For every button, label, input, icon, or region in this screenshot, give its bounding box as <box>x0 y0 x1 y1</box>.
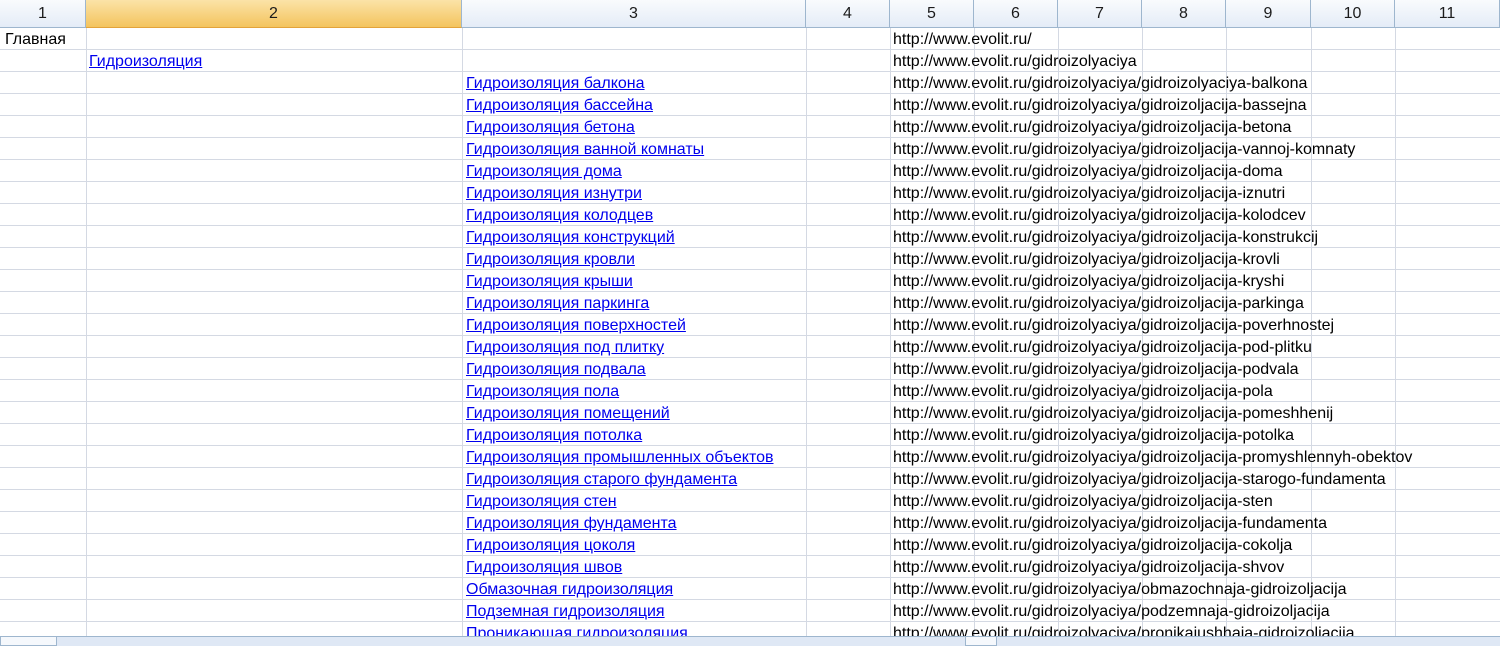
cell-url[interactable]: http://www.evolit.ru/gidroizolyaciya <box>893 51 1137 73</box>
cell-url[interactable]: http://www.evolit.ru/gidroizolyaciya/gid… <box>893 557 1284 579</box>
cell-url[interactable]: http://www.evolit.ru/gidroizolyaciya/gid… <box>893 359 1299 381</box>
column-header-9[interactable]: 9 <box>1226 0 1311 28</box>
table-row: Гидроизоляция поверхностей http://www.evo… <box>0 315 1500 337</box>
table-row: Гидроизоляция изнутри http://www.evolit.r… <box>0 183 1500 205</box>
column-header-7[interactable]: 7 <box>1058 0 1142 28</box>
table-row: Гидроизоляция пола http://www.evolit.ru/g… <box>0 381 1500 403</box>
cell-url[interactable]: http://www.evolit.ru/gidroizolyaciya/gid… <box>893 95 1307 117</box>
cell-page-link[interactable]: Гидроизоляция бассейна <box>466 95 653 117</box>
column-header-2[interactable]: 2 <box>86 0 462 28</box>
table-row: Проникающая гидроизоляция http://www.evol… <box>0 623 1500 636</box>
cell-url[interactable]: http://www.evolit.ru/gidroizolyaciya/obm… <box>893 579 1347 601</box>
cell-url[interactable]: http://www.evolit.ru/gidroizolyaciya/gid… <box>893 227 1318 249</box>
cell-url[interactable]: http://www.evolit.ru/gidroizolyaciya/gid… <box>893 491 1273 513</box>
table-row: Гидроизоляция фундамента http://www.evoli… <box>0 513 1500 535</box>
table-row: Гидроизоляция конструкций http://www.evol… <box>0 227 1500 249</box>
cell-url[interactable]: http://www.evolit.ru/gidroizolyaciya/gid… <box>893 293 1304 315</box>
table-row: Гидроизоляция потолка http://www.evolit.r… <box>0 425 1500 447</box>
table-row: Гидроизоляция дома http://www.evolit.ru/g… <box>0 161 1500 183</box>
table-row: Гидроизоляция http://www.evolit.ru/gidroi… <box>0 51 1500 73</box>
table-row: Гидроизоляция подвала http://www.evolit.r… <box>0 359 1500 381</box>
column-header-10[interactable]: 10 <box>1311 0 1395 28</box>
cell-page-link[interactable]: Гидроизоляция кровли <box>466 249 635 271</box>
cell-url[interactable]: http://www.evolit.ru/gidroizolyaciya/gid… <box>893 513 1327 535</box>
cell-url[interactable]: http://www.evolit.ru/gidroizolyaciya/gid… <box>893 205 1306 227</box>
cell-page-link[interactable]: Гидроизоляция фундамента <box>466 513 677 535</box>
cell-section-link[interactable]: Гидроизоляция <box>89 51 202 73</box>
table-row: Гидроизоляция кровли http://www.evolit.ru… <box>0 249 1500 271</box>
cell-url[interactable]: http://www.evolit.ru/gidroizolyaciya/gid… <box>893 425 1294 447</box>
cell-page-link[interactable]: Гидроизоляция балкона <box>466 73 645 95</box>
cell-page-link[interactable]: Гидроизоляция цоколя <box>466 535 635 557</box>
cell-url[interactable]: http://www.evolit.ru/gidroizolyaciya/gid… <box>893 139 1355 161</box>
cell-url[interactable]: http://www.evolit.ru/gidroizolyaciya/gid… <box>893 315 1334 337</box>
table-row: Гидроизоляция под плитку http://www.evoli… <box>0 337 1500 359</box>
cell-page-link[interactable]: Проникающая гидроизоляция <box>466 623 688 636</box>
table-row: Гидроизоляция старого фундамента http://w… <box>0 469 1500 491</box>
cell-page-link[interactable]: Гидроизоляция промышленных объектов <box>466 447 774 469</box>
column-header-3[interactable]: 3 <box>462 0 806 28</box>
table-row: Гидроизоляция балкона http://www.evolit.r… <box>0 73 1500 95</box>
cell-page-link[interactable]: Обмазочная гидроизоляция <box>466 579 673 601</box>
column-header-1[interactable]: 1 <box>0 0 86 28</box>
cell-page-link[interactable]: Гидроизоляция бетона <box>466 117 635 139</box>
column-header-6[interactable]: 6 <box>974 0 1058 28</box>
cell-url[interactable]: http://www.evolit.ru/gidroizolyaciya/gid… <box>893 447 1412 469</box>
cell-url[interactable]: http://www.evolit.ru/gidroizolyaciya/gid… <box>893 183 1285 205</box>
cell-url[interactable]: http://www.evolit.ru/gidroizolyaciya/gid… <box>893 117 1291 139</box>
cell-page-link[interactable]: Подземная гидроизоляция <box>466 601 665 623</box>
table-row: Гидроизоляция швов http://www.evolit.ru/g… <box>0 557 1500 579</box>
cell-url[interactable]: http://www.evolit.ru/gidroizolyaciya/gid… <box>893 403 1333 425</box>
cell-url[interactable]: http://www.evolit.ru/gidroizolyaciya/gid… <box>893 249 1280 271</box>
table-row: Гидроизоляция ванной комнаты http://www.e… <box>0 139 1500 161</box>
cell-url[interactable]: http://www.evolit.ru/gidroizolyaciya/gid… <box>893 535 1292 557</box>
cell-url[interactable]: http://www.evolit.ru/ <box>893 29 1032 51</box>
cell-page-link[interactable]: Гидроизоляция стен <box>466 491 617 513</box>
cell-page-link[interactable]: Гидроизоляция помещений <box>466 403 670 425</box>
cell-url[interactable]: http://www.evolit.ru/gidroizolyaciya/gid… <box>893 73 1307 95</box>
column-header-4[interactable]: 4 <box>806 0 890 28</box>
cell-page-link[interactable]: Гидроизоляция колодцев <box>466 205 653 227</box>
cell-page-link[interactable]: Гидроизоляция ванной комнаты <box>466 139 704 161</box>
table-row: Гидроизоляция помещений http://www.evolit… <box>0 403 1500 425</box>
table-row: Гидроизоляция паркинга http://www.evolit.… <box>0 293 1500 315</box>
column-header-5[interactable]: 5 <box>890 0 974 28</box>
table-row: Обмазочная гидроизоляция http://www.evoli… <box>0 579 1500 601</box>
cell-page-link[interactable]: Гидроизоляция пола <box>466 381 619 403</box>
table-row: Гидроизоляция промышленных объектов http:… <box>0 447 1500 469</box>
cell-page-link[interactable]: Гидроизоляция потолка <box>466 425 642 447</box>
spreadsheet-grid[interactable]: 1 2 3 4 5 6 7 8 9 10 11 Главная http://www.evolit.ru… <box>0 0 1500 636</box>
table-row: Главная http://www.evolit.ru/ <box>0 29 1500 51</box>
cell-url[interactable]: http://www.evolit.ru/gidroizolyaciya/gid… <box>893 337 1312 359</box>
cell-page-link[interactable]: Гидроизоляция швов <box>466 557 622 579</box>
cell-page-link[interactable]: Гидроизоляция изнутри <box>466 183 642 205</box>
column-header-8[interactable]: 8 <box>1142 0 1226 28</box>
cell-page-link[interactable]: Гидроизоляция поверхностей <box>466 315 686 337</box>
table-row: Гидроизоляция бетона http://www.evolit.ru… <box>0 117 1500 139</box>
cell-col1[interactable]: Главная <box>5 29 66 51</box>
cell-url[interactable]: http://www.evolit.ru/gidroizolyaciya/pro… <box>893 623 1355 636</box>
cell-page-link[interactable]: Гидроизоляция подвала <box>466 359 646 381</box>
cell-page-link[interactable]: Гидроизоляция под плитку <box>466 337 664 359</box>
cell-url[interactable]: http://www.evolit.ru/gidroizolyaciya/gid… <box>893 271 1284 293</box>
table-row: Гидроизоляция цоколя http://www.evolit.ru… <box>0 535 1500 557</box>
cell-page-link[interactable]: Гидроизоляция паркинга <box>466 293 649 315</box>
table-row: Гидроизоляция крыши http://www.evolit.ru/… <box>0 271 1500 293</box>
cell-url[interactable]: http://www.evolit.ru/gidroizolyaciya/pod… <box>893 601 1330 623</box>
column-header-11[interactable]: 11 <box>1395 0 1500 28</box>
cell-page-link[interactable]: Гидроизоляция дома <box>466 161 622 183</box>
table-row: Гидроизоляция колодцев http://www.evolit.… <box>0 205 1500 227</box>
table-row: Гидроизоляция бассейна http://www.evolit.… <box>0 95 1500 117</box>
cell-url[interactable]: http://www.evolit.ru/gidroizolyaciya/gid… <box>893 469 1386 491</box>
table-row: Гидроизоляция стен http://www.evolit.ru/g… <box>0 491 1500 513</box>
cell-page-link[interactable]: Гидроизоляция конструкций <box>466 227 675 249</box>
cell-page-link[interactable]: Гидроизоляция старого фундамента <box>466 469 737 491</box>
cell-url[interactable]: http://www.evolit.ru/gidroizolyaciya/gid… <box>893 161 1283 183</box>
table-row: Подземная гидроизоляция http://www.evolit… <box>0 601 1500 623</box>
cell-url[interactable]: http://www.evolit.ru/gidroizolyaciya/gid… <box>893 381 1273 403</box>
cell-page-link[interactable]: Гидроизоляция крыши <box>466 271 633 293</box>
